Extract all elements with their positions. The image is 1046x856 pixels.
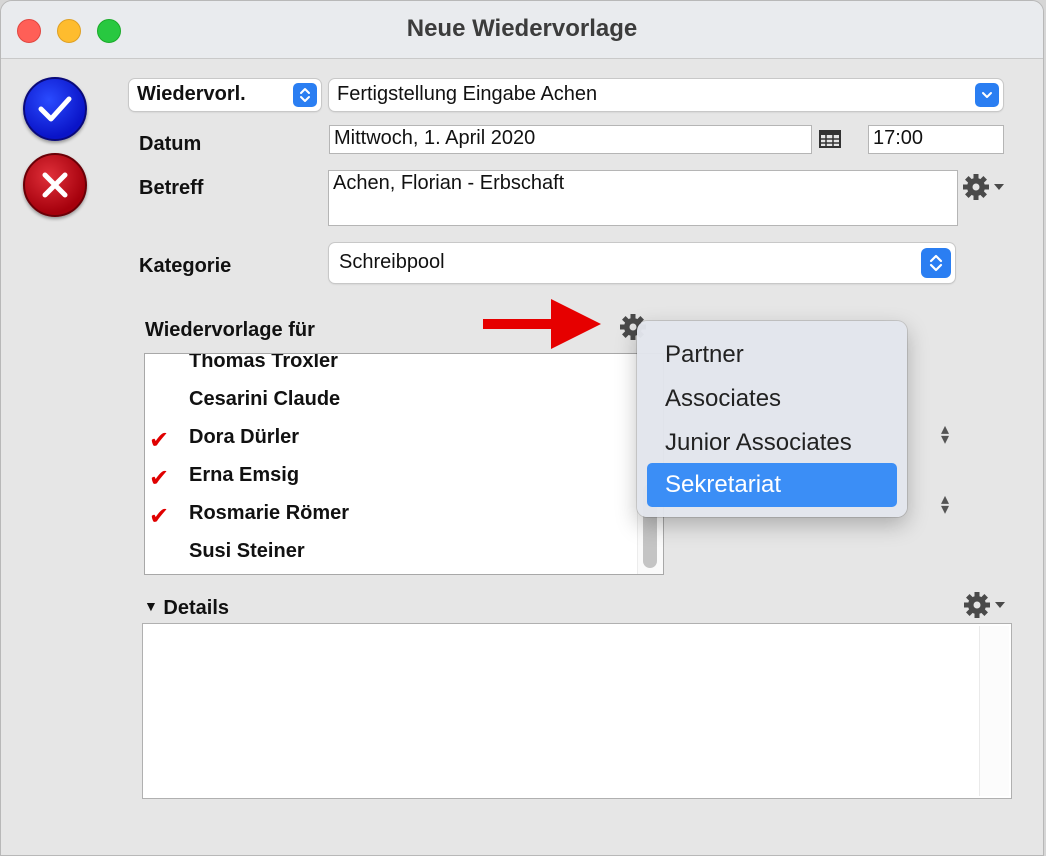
person-name: Erna Emsig (189, 464, 300, 486)
dialog-window: Neue Wiedervorlage Wiedervorl. Fertigste… (0, 0, 1044, 856)
person-name: Cesarini Claude (189, 388, 341, 410)
window-title: Neue Wiedervorlage (406, 15, 638, 42)
chevron-down-icon (975, 83, 999, 107)
person-name: Thomas Troxler (189, 353, 338, 372)
red-arrow-icon (483, 297, 603, 356)
people-list[interactable]: Thomas Troxler Cesarini Claude ✔ Dora Dü… (144, 353, 664, 575)
updown-stepper-icon[interactable]: ▴ ▾ (938, 422, 952, 448)
details-textarea[interactable] (142, 623, 1012, 799)
subject-popup-value: Fertigstellung Eingabe Achen (337, 83, 598, 105)
calendar-icon[interactable] (819, 128, 841, 153)
list-item[interactable]: ✔ Erna Emsig (145, 458, 635, 496)
person-name: Dora Dürler (189, 426, 300, 448)
person-name: Susi Steiner (189, 540, 305, 562)
list-item[interactable]: Thomas Troxler (145, 353, 635, 382)
checkmark-icon: ✔ (149, 465, 170, 492)
checkmark-icon: ✔ (149, 427, 170, 454)
type-popup-value: Wiedervorl. (137, 83, 246, 105)
details-scroll-track[interactable] (979, 626, 1009, 796)
updown-stepper-icon[interactable]: ▴ ▾ (938, 492, 952, 518)
kategorie-popup[interactable]: Schreibpool (329, 243, 955, 283)
menu-item-sekretariat[interactable]: Sekretariat (647, 463, 897, 507)
checkmark-icon (38, 96, 72, 122)
person-name: Rosmarie Römer (189, 502, 350, 524)
group-menu: Partner Associates Junior Associates Sek… (637, 321, 907, 517)
confirm-button[interactable] (23, 77, 87, 141)
disclosure-triangle-icon: ▼ (144, 598, 158, 614)
details-disclosure[interactable]: ▼ Details (144, 597, 229, 620)
cancel-button[interactable] (23, 153, 87, 217)
date-field[interactable]: Mittwoch, 1. April 2020 (329, 125, 812, 154)
list-item[interactable]: Susi Steiner (145, 534, 635, 572)
close-icon (42, 172, 68, 198)
menu-item-junior-associates[interactable]: Junior Associates (647, 421, 897, 465)
title-bar: Neue Wiedervorlage (1, 1, 1043, 59)
updown-stepper-icon (293, 83, 317, 107)
type-popup[interactable]: Wiedervorl. (129, 79, 321, 111)
betreff-label: Betreff (139, 177, 204, 199)
menu-item-associates[interactable]: Associates (647, 377, 897, 421)
betreff-gear-icon[interactable] (962, 173, 1006, 206)
details-label: Details (163, 597, 230, 619)
datum-label: Datum (139, 133, 202, 155)
list-item[interactable]: ✔ Dora Dürler (145, 420, 635, 458)
list-item[interactable]: Cesarini Claude (145, 382, 635, 420)
kategorie-label: Kategorie (139, 255, 232, 277)
time-field[interactable]: 17:00 (868, 125, 1004, 154)
details-gear-icon[interactable] (963, 591, 1007, 624)
wiedervorlage-label: Wiedervorlage für (145, 319, 315, 341)
updown-stepper-icon (921, 248, 951, 278)
list-item[interactable]: ✔ Rosmarie Römer (145, 496, 635, 534)
betreff-field[interactable]: Achen, Florian - Erbschaft (328, 170, 958, 226)
kategorie-popup-value: Schreibpool (339, 251, 445, 273)
subject-popup[interactable]: Fertigstellung Eingabe Achen (329, 79, 1003, 111)
menu-item-partner[interactable]: Partner (647, 333, 897, 377)
checkmark-icon: ✔ (149, 503, 170, 530)
